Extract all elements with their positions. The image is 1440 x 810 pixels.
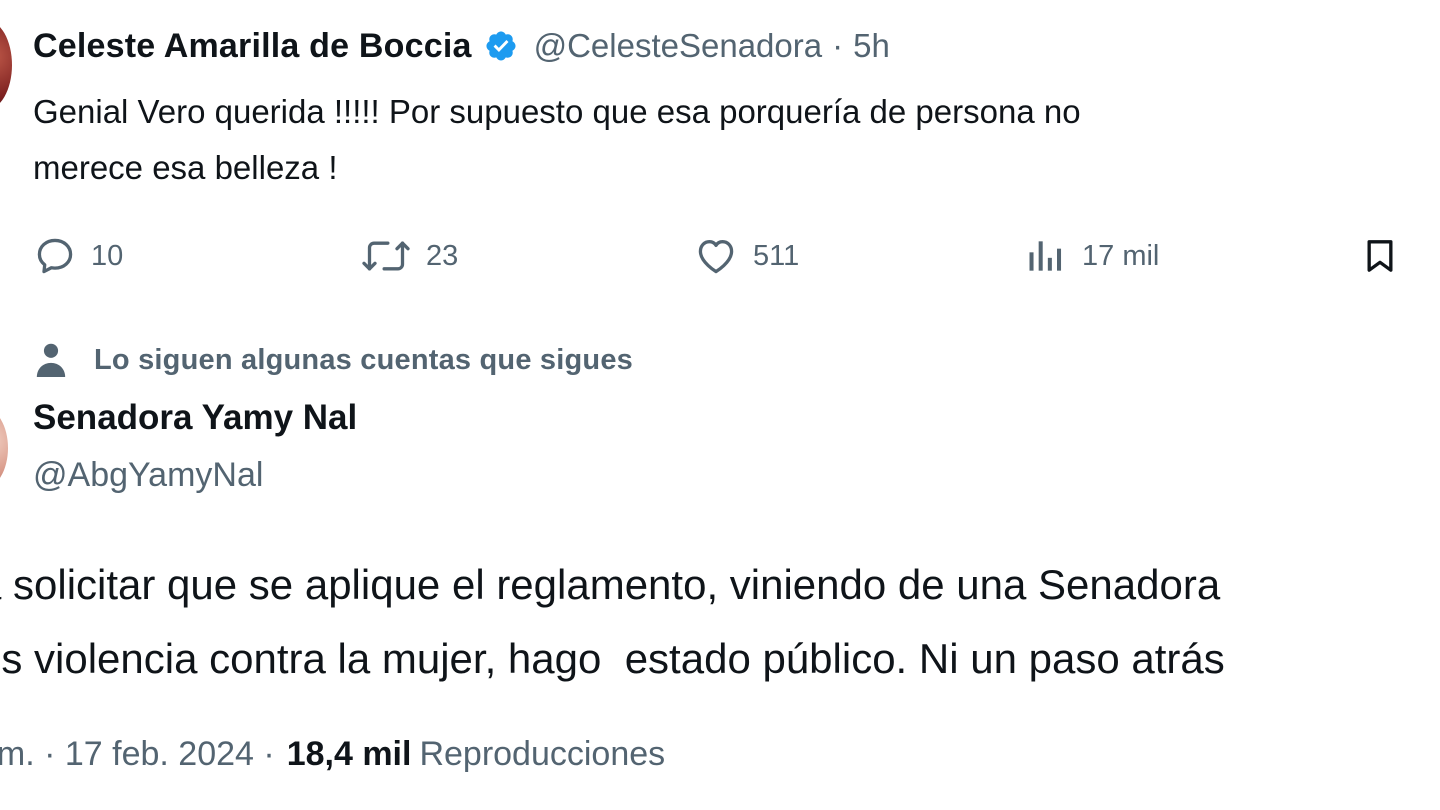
avatar[interactable] — [0, 408, 8, 488]
tweet-meta: . m. · 17 feb. 2024 · 18,4 mil Reproducc… — [0, 724, 665, 784]
display-name[interactable]: Senadora Yamy Nal — [33, 398, 357, 438]
retweet-icon — [362, 241, 410, 271]
bookmark-icon — [1367, 240, 1393, 272]
tweet-actions: 10 23 511 17 mil — [0, 228, 1440, 284]
tweet-text-line: es violencia contra la mujer, hago estad… — [0, 635, 1225, 682]
views-icon — [1029, 241, 1062, 271]
retweet-count: 23 — [426, 239, 459, 272]
retweet-button[interactable]: 23 — [360, 228, 458, 284]
person-icon — [36, 343, 66, 377]
reply-button[interactable]: 10 — [33, 228, 123, 284]
handle[interactable]: @AbgYamyNal — [33, 456, 263, 495]
tweet-text-line: a solicitar que se aplique el reglamento… — [0, 561, 1221, 608]
screenshot-page: Celeste Amarilla de Boccia @CelesteSenad… — [0, 0, 1440, 810]
bookmark-button[interactable] — [1360, 228, 1400, 284]
verified-badge-icon — [486, 31, 516, 61]
tweet-text: a solicitar que se aplique el reglamento… — [0, 548, 1440, 696]
like-button[interactable]: 511 — [693, 228, 799, 284]
like-count: 511 — [753, 239, 800, 272]
views-count: 18,4 mil — [286, 734, 412, 773]
social-context: Lo siguen algunas cuentas que sigues — [34, 336, 633, 384]
timestamp[interactable]: . m. · 17 feb. 2024 · — [0, 735, 275, 774]
social-context-text[interactable]: Lo siguen algunas cuentas que sigues — [94, 344, 633, 377]
handle[interactable]: @CelesteSenadora — [534, 27, 823, 65]
timestamp[interactable]: 5h — [853, 27, 890, 65]
views-label[interactable]: Reproducciones — [419, 735, 665, 774]
display-name[interactable]: Celeste Amarilla de Boccia — [33, 27, 472, 66]
avatar[interactable] — [0, 20, 12, 110]
views-count: 17 mil — [1082, 239, 1160, 272]
tweet-header: Celeste Amarilla de Boccia @CelesteSenad… — [33, 22, 890, 70]
reply-count: 10 — [91, 239, 124, 272]
tweet-text: Genial Vero querida !!!!! Por supuesto q… — [33, 93, 1081, 186]
separator: · — [832, 27, 844, 64]
reply-icon — [37, 238, 73, 274]
heart-icon — [698, 240, 734, 274]
views-button[interactable]: 17 mil — [1024, 228, 1159, 284]
